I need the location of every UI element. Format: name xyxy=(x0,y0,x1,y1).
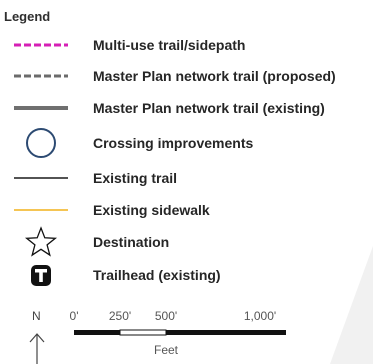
legend-title: Legend xyxy=(4,9,51,24)
legend-item-network-trail-proposed: Master Plan network trail (proposed) xyxy=(0,60,373,92)
north-letter: N xyxy=(32,309,41,323)
scale-bar-graphic xyxy=(74,329,286,336)
legend-item-network-trail-existing: Master Plan network trail (existing) xyxy=(0,92,373,124)
legend-item-label: Multi-use trail/sidepath xyxy=(93,37,246,53)
legend-item-label: Existing trail xyxy=(93,170,178,186)
scale-tick-label: 1,000' xyxy=(243,309,277,323)
scale-unit-label: Feet xyxy=(154,343,179,357)
north-arrow: N xyxy=(24,309,54,364)
legend-item-trailhead: Trailhead (existing) xyxy=(0,259,373,291)
magenta-dashed-line-icon xyxy=(10,29,72,61)
orange-thin-line-icon xyxy=(10,194,72,226)
scale-tick-label: 500' xyxy=(154,309,178,323)
legend-item-label: Trailhead (existing) xyxy=(93,267,221,283)
gray-dashed-line-icon xyxy=(10,60,72,92)
legend-item-destination: Destination xyxy=(0,226,373,258)
legend-item-crossing-improvements: Crossing improvements xyxy=(0,127,373,159)
scale-tick-label: 250' xyxy=(108,309,132,323)
north-arrow-icon xyxy=(29,333,45,364)
legend-item-label: Master Plan network trail (existing) xyxy=(93,100,325,116)
legend-item-label: Destination xyxy=(93,234,170,250)
legend-item-label: Crossing improvements xyxy=(93,135,254,151)
black-thin-line-icon xyxy=(10,162,72,194)
legend-item-existing-sidewalk: Existing sidewalk xyxy=(0,194,373,226)
scale-bar: 0' 250' 500' 1,000' Feet xyxy=(60,309,320,364)
scale-tick-label: 0' xyxy=(69,309,79,323)
legend-item-label: Existing sidewalk xyxy=(93,202,210,218)
legend-item-existing-trail: Existing trail xyxy=(0,162,373,194)
legend-item-label: Master Plan network trail (proposed) xyxy=(93,68,336,84)
star-outline-icon xyxy=(10,226,72,258)
legend-item-multi-use-trail: Multi-use trail/sidepath xyxy=(0,29,373,61)
blue-circle-icon xyxy=(10,127,72,159)
gray-solid-line-icon xyxy=(10,92,72,124)
trailhead-t-icon xyxy=(10,259,72,291)
